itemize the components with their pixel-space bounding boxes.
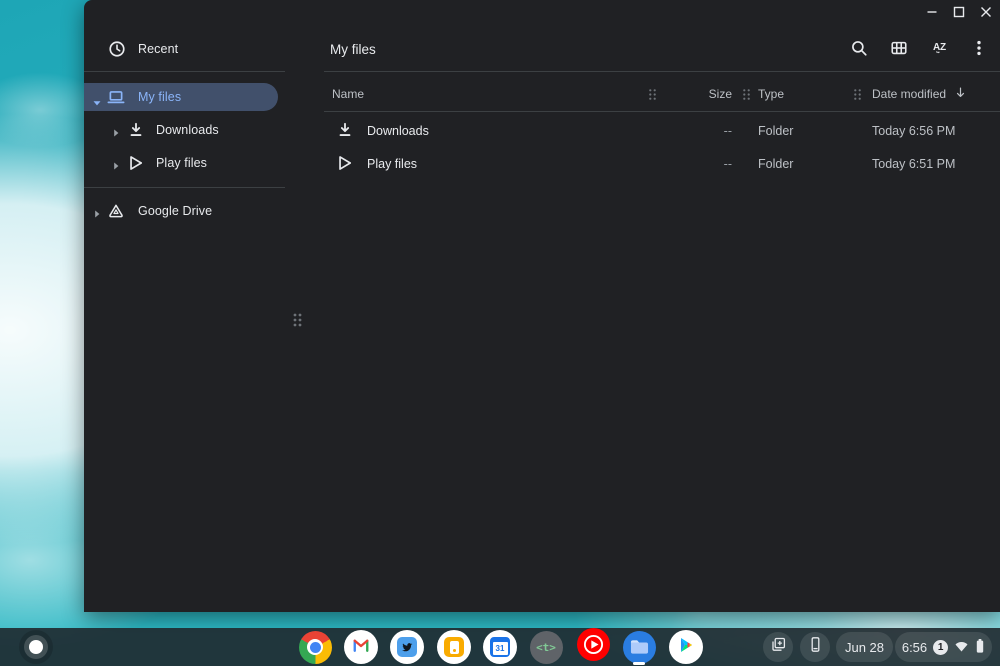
maximize-button[interactable] [945,2,972,26]
column-drag-handle[interactable] [853,88,862,106]
sidebar-item-play-files[interactable]: Play files [84,149,304,177]
file-name: Play files [367,157,417,171]
close-icon [980,5,992,23]
file-type: Folder [758,124,793,138]
sidebar-resize-handle[interactable] [292,312,303,333]
sidebar-item-label: My files [138,90,181,104]
sidebar-item-my-files[interactable]: My files [84,83,278,111]
shelf-app-chrome[interactable] [298,630,332,664]
svg-text:Z: Z [940,42,946,53]
grid-view-icon [890,39,908,62]
chevron-right-icon[interactable] [112,126,120,134]
download-icon [127,121,145,139]
launcher-button[interactable] [19,630,53,664]
file-size: -- [652,124,732,138]
column-header-date-modified[interactable]: Date modified [872,86,967,102]
minimize-icon [926,5,938,23]
chevron-right-icon[interactable] [112,159,120,167]
status-tray-button[interactable]: 6:56 1 [895,632,992,662]
grid-view-button[interactable] [883,34,915,66]
wifi-icon [954,639,969,656]
table-header-divider [324,111,1000,112]
file-type: Folder [758,157,793,171]
play-store-icon [676,635,696,660]
notification-count-badge: 1 [933,640,948,655]
shelf-date-label: Jun 28 [845,640,884,655]
sidebar-item-downloads[interactable]: Downloads [84,116,304,144]
file-size: -- [652,157,732,171]
clock-icon [108,40,126,58]
sort-button[interactable]: A Z [923,34,955,66]
sidebar-item-label: Recent [138,42,178,56]
table-row-play-files[interactable]: Play files -- Folder Today 6:51 PM [324,147,1000,180]
notes-icon [444,637,464,657]
column-drag-handle[interactable] [742,88,751,106]
close-button[interactable] [972,2,999,26]
screen-capture-button[interactable] [763,632,793,662]
launcher-icon [29,640,43,654]
minimize-button[interactable] [918,2,945,26]
maximize-icon [953,5,965,23]
phone-hub-button[interactable] [800,632,830,662]
files-app-window: Recent My files Downloads [84,0,1000,612]
sidebar-divider [84,71,285,72]
shelf: 31 <t> [0,628,1000,666]
page-title: My files [330,42,376,57]
table-row-downloads[interactable]: Downloads -- Folder Today 6:56 PM [324,114,1000,147]
column-header-size[interactable]: Size [652,87,732,101]
more-menu-icon [970,39,988,62]
column-header-label: Date modified [872,87,946,101]
sidebar-item-recent[interactable]: Recent [84,35,284,63]
chromeos-desktop: Recent My files Downloads [0,0,1000,666]
calendar-day-label: 31 [493,642,508,655]
screen-capture-icon [770,636,787,658]
twitter-icon [397,637,417,657]
text-terminal-icon: <t> [530,631,563,664]
sidebar-item-label: Google Drive [138,204,212,218]
drive-icon [107,202,125,220]
shelf-app-twitter[interactable] [390,630,424,664]
active-app-indicator [633,662,645,665]
shelf-time-label: 6:56 [902,640,927,655]
sidebar-divider [84,187,285,188]
file-date-modified: Today 6:56 PM [872,124,955,138]
shelf-app-youtube-music[interactable] [576,630,610,664]
play-icon [127,154,145,172]
laptop-icon [107,88,125,106]
calendar-icon: 31 [490,637,510,657]
files-icon [623,631,656,664]
shelf-app-notes[interactable] [437,630,471,664]
shelf-app-gmail[interactable] [344,630,378,664]
chevron-right-icon[interactable] [93,207,101,215]
header-divider [324,71,1000,72]
chevron-down-icon[interactable] [93,94,101,102]
sidebar-item-label: Downloads [156,123,219,137]
file-name: Downloads [367,124,429,138]
file-date-modified: Today 6:51 PM [872,157,955,171]
chrome-icon [299,631,332,664]
shelf-app-play-store[interactable] [669,630,703,664]
calendar-date-button[interactable]: Jun 28 [836,632,893,662]
youtube-music-icon [577,628,610,666]
shelf-app-text-terminal[interactable]: <t> [529,630,563,664]
play-icon [336,154,354,172]
battery-icon [975,638,985,657]
download-icon [336,121,354,139]
sort-descending-arrow-icon [954,86,967,102]
more-menu-button[interactable] [963,34,995,66]
sidebar-item-google-drive[interactable]: Google Drive [84,197,304,225]
shelf-app-calendar[interactable]: 31 [483,630,517,664]
shelf-app-files[interactable] [622,630,656,664]
phone-icon [807,636,824,658]
window-controls [918,2,999,26]
gmail-icon [351,635,371,660]
sort-az-icon: A Z [930,39,948,62]
search-icon [850,39,868,62]
column-header-name[interactable]: Name [332,87,364,101]
sidebar-item-label: Play files [156,156,207,170]
search-button[interactable] [843,34,875,66]
column-header-type[interactable]: Type [758,87,784,101]
